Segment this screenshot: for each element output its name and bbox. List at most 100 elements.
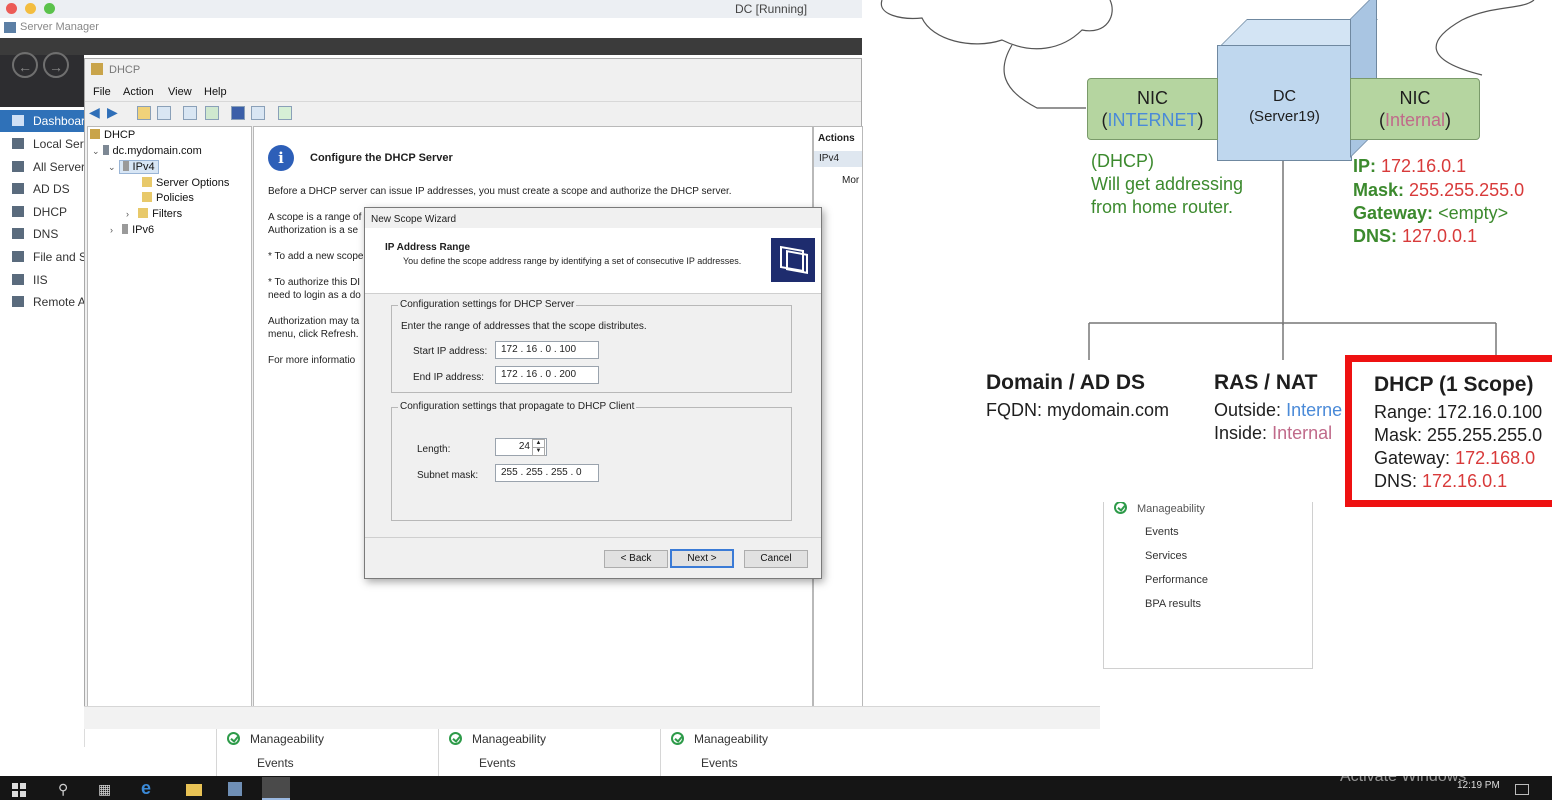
authorize-text-line1: * To authorize this DI (268, 277, 361, 288)
tile-events[interactable]: Events (701, 756, 738, 770)
sidebar-item-label: All Servers (33, 160, 84, 174)
tile-bpa-results[interactable]: BPA results (1145, 598, 1201, 610)
menu-file[interactable]: File (93, 86, 111, 98)
menu-action[interactable]: Action (123, 86, 154, 98)
start-icon[interactable] (12, 783, 26, 797)
server-manager-taskbar-icon[interactable] (228, 782, 242, 796)
actions-ipv4-item[interactable]: IPv4 (814, 151, 862, 167)
tree-label: IPv6 (132, 224, 155, 236)
file-explorer-icon[interactable] (186, 784, 202, 796)
tile-events[interactable]: Events (1145, 526, 1179, 538)
cloud-left (880, 0, 1113, 50)
tile-events[interactable]: Events (257, 756, 294, 770)
tree-item-ipv4[interactable]: ⌄ IPv4 (108, 160, 159, 174)
dhcp-root-icon (90, 129, 100, 139)
client-settings-group-title: Configuration settings that propagate to… (398, 401, 637, 412)
tree-item-ipv6[interactable]: › IPv6 (110, 224, 154, 236)
back-icon[interactable]: ← (12, 52, 38, 78)
cancel-button[interactable]: Cancel (744, 550, 808, 568)
activate-windows-watermark: Activate Windows (1340, 768, 1467, 785)
spinner-down-icon[interactable]: ▼ (532, 447, 545, 456)
chevron-right-icon[interactable]: › (126, 209, 129, 219)
server-manager-title: Server Manager (20, 21, 99, 33)
maximize-window-button[interactable] (44, 3, 55, 14)
edge-icon[interactable]: e (141, 778, 151, 799)
up-folder-icon[interactable] (137, 106, 151, 120)
tree-item-filters[interactable]: › Filters (126, 208, 182, 220)
tile-events[interactable]: Events (479, 756, 516, 770)
sidebar-item-dashboard[interactable]: Dashboard (0, 110, 84, 132)
tile-manageability[interactable]: Manageability (1114, 501, 1205, 515)
close-window-button[interactable] (6, 3, 17, 14)
tree-item-server-options[interactable]: Server Options (142, 177, 229, 189)
sidebar-item-iis[interactable]: IIS (0, 269, 84, 291)
dc-server-box: DC (Server19) (1217, 19, 1378, 161)
ras-outside: Outside: Interne (1214, 400, 1348, 421)
menu-help[interactable]: Help (204, 86, 227, 98)
tile-performance[interactable]: Performance (1145, 574, 1208, 586)
chevron-down-icon[interactable]: ⌄ (108, 162, 116, 172)
remote-access-icon (12, 296, 24, 307)
monitor-icon[interactable] (278, 106, 292, 120)
chevron-down-icon[interactable]: ⌄ (92, 146, 100, 156)
tree-item-policies[interactable]: Policies (142, 192, 194, 204)
next-button[interactable]: Next > (670, 549, 734, 568)
tree-label: Server Options (156, 177, 230, 189)
fqdn-value: mydomain.com (1047, 400, 1170, 420)
tree-item-dhcp[interactable]: DHCP (90, 129, 135, 141)
sidebar-item-dhcp[interactable]: DHCP (0, 201, 84, 223)
notification-icon[interactable] (1515, 784, 1529, 795)
sidebar-item-local-server[interactable]: Local Server (0, 133, 84, 155)
properties-icon[interactable] (251, 106, 265, 120)
length-spinner[interactable]: 24 ▲ ▼ (495, 438, 547, 456)
sidebar-item-file-storage[interactable]: File and Storage (0, 246, 84, 268)
tree-item-server[interactable]: ⌄ dc.mydomain.com (92, 145, 202, 157)
taskbar-clock[interactable]: 12:19 PM (1457, 780, 1500, 791)
ok-status-icon (1114, 501, 1127, 514)
internal-mask-row: Mask: 255.255.255.0 (1353, 180, 1524, 201)
outside-value: Interne (1286, 400, 1343, 420)
tile-row-label: Manageability (250, 732, 325, 746)
scope-dns-label: DNS: (1374, 471, 1418, 491)
dashboard-tile: Manageability Events (660, 728, 867, 776)
sidebar-item-ad-ds[interactable]: AD DS (0, 178, 84, 200)
show-hide-tree-icon[interactable] (157, 106, 171, 120)
tree-label: DHCP (104, 129, 136, 141)
authorize-text-line2: need to login as a do (268, 290, 361, 301)
start-ip-input[interactable]: 172 . 16 . 0 . 100 (495, 341, 599, 359)
dashboard-tile: Manageability Events (438, 728, 659, 776)
back-arrow-icon[interactable]: ◀ (89, 104, 100, 121)
outside-label: Outside: (1214, 400, 1282, 420)
sidebar-item-all-servers[interactable]: All Servers (0, 156, 84, 178)
end-ip-input[interactable]: 172 . 16 . 0 . 200 (495, 366, 599, 384)
back-button[interactable]: < Back (604, 550, 668, 568)
nic-internal-label: Internal (1384, 110, 1446, 130)
ip-value: 172.16.0.1 (1381, 156, 1467, 176)
tile-manageability[interactable]: Manageability (671, 732, 768, 746)
tile-manageability[interactable]: Manageability (449, 732, 546, 746)
refresh-icon[interactable] (205, 106, 219, 120)
task-view-icon[interactable]: ▦ (98, 781, 111, 798)
tile-services[interactable]: Services (1145, 550, 1187, 562)
subnet-mask-label: Subnet mask: (417, 470, 479, 481)
chevron-right-icon[interactable]: › (110, 225, 113, 235)
inside-label: Inside: (1214, 423, 1268, 443)
more-actions-link[interactable]: Mor (842, 175, 859, 186)
menu-view[interactable]: View (168, 86, 192, 98)
forward-arrow-icon[interactable]: ▶ (107, 104, 118, 121)
subnet-mask-input[interactable]: 255 . 255 . 255 . 0 (495, 464, 599, 482)
tile-manageability[interactable]: Manageability (227, 732, 324, 746)
mask-label: Mask: (1353, 180, 1405, 200)
tree-label: Policies (156, 192, 194, 204)
help-icon[interactable] (231, 106, 245, 120)
forward-icon[interactable]: → (43, 52, 69, 78)
dhcp-taskbar-icon[interactable] (262, 777, 290, 800)
configure-heading: Configure the DHCP Server (310, 152, 453, 164)
search-icon[interactable]: ⚲ (58, 781, 68, 798)
nic-internet: NIC (INTERNET) (1087, 78, 1218, 140)
dns-label: DNS: (1353, 226, 1397, 246)
sidebar-item-dns[interactable]: DNS (0, 223, 84, 245)
sidebar-item-remote-access[interactable]: Remote Access (0, 291, 84, 313)
minimize-window-button[interactable] (25, 3, 36, 14)
export-list-icon[interactable] (183, 106, 197, 120)
